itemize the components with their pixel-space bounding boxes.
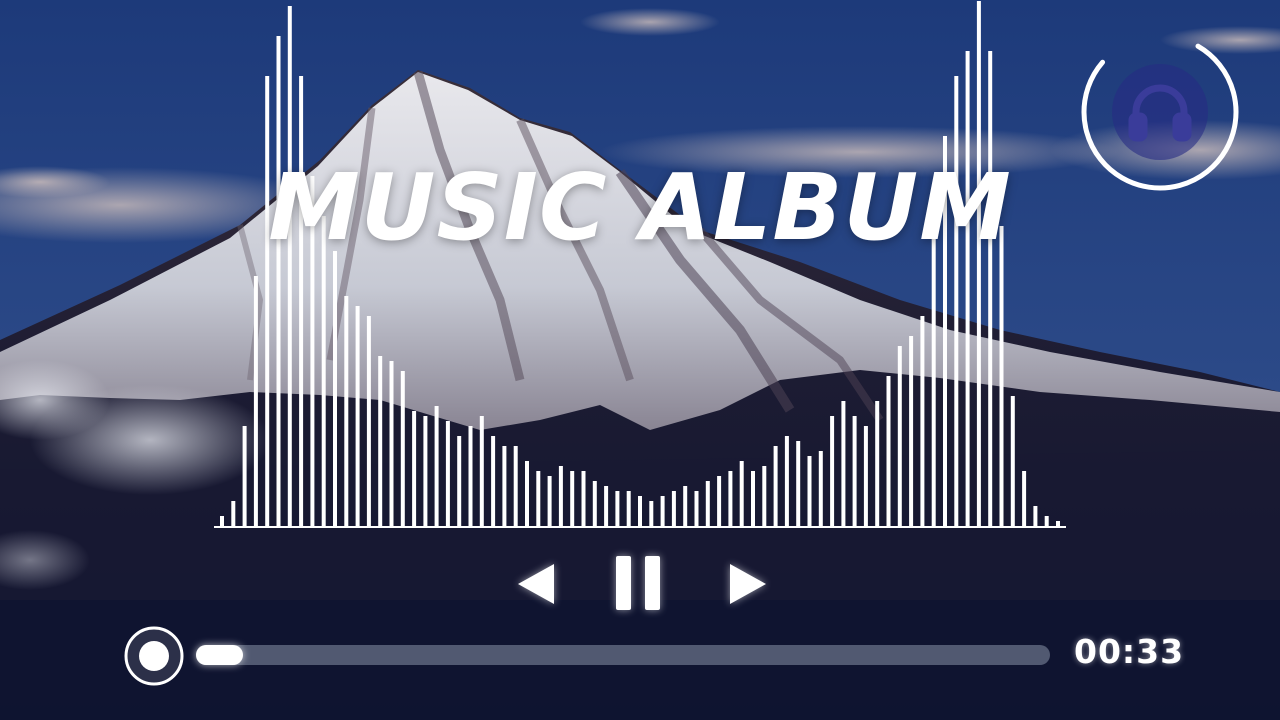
- spectrum-bar: [671, 491, 676, 526]
- loading-ring: [1078, 30, 1242, 194]
- playback-controls: [0, 550, 1280, 620]
- spectrum-bar: [378, 356, 383, 526]
- spectrum-bar: [253, 276, 258, 526]
- next-triangle-icon: [730, 564, 766, 604]
- spectrum-bar: [604, 486, 609, 526]
- spectrum-bar: [920, 316, 925, 526]
- spectrum-bar: [965, 51, 970, 526]
- spectrum-bar: [830, 416, 835, 526]
- spectrum-bar: [638, 496, 642, 526]
- spectrum-bar: [423, 416, 428, 526]
- spectrum-bar: [897, 346, 902, 526]
- spectrum-bar: [841, 401, 846, 526]
- spectrum-bar: [333, 251, 337, 526]
- spectrum-bar: [536, 471, 541, 526]
- spectrum-bar: [694, 491, 699, 526]
- spectrum-bar: [739, 461, 744, 526]
- spectrum-bar: [626, 491, 631, 526]
- spectrum-bar: [276, 36, 281, 526]
- spectrum-bar: [400, 371, 405, 526]
- spectrum-bar: [751, 471, 755, 526]
- spectrum-bar: [558, 466, 563, 526]
- spectrum-bar: [321, 216, 326, 526]
- spectrum-bar: [931, 226, 936, 526]
- spectrum-bar: [818, 451, 823, 526]
- spectrum-bar: [242, 426, 247, 526]
- spectrum-bar: [231, 501, 236, 526]
- spectrum-bar: [852, 416, 857, 526]
- spectrum-bar: [683, 486, 688, 526]
- elapsed-time: 00:33: [1074, 632, 1185, 671]
- spectrum-bar: [479, 416, 484, 526]
- spectrum-bar: [728, 471, 733, 526]
- spectrum-bar: [592, 481, 597, 526]
- spectrum-bar: [909, 336, 914, 526]
- spectrum-bar: [660, 496, 665, 526]
- spectrum-bar: [615, 491, 620, 526]
- spectrum-bar: [299, 76, 304, 526]
- spectrum-bar: [265, 76, 270, 526]
- spectrum-bar: [570, 471, 575, 526]
- spectrum-bar: [863, 426, 868, 526]
- spectrum-bar: [457, 436, 462, 526]
- spectrum-bar: [513, 446, 518, 526]
- spectrum-bar: [502, 446, 507, 526]
- spectrum-bar: [445, 421, 450, 526]
- spectrum-bar: [976, 1, 981, 526]
- spectrum-bar: [1022, 471, 1027, 526]
- ring-center-disc: [1112, 64, 1208, 160]
- spectrum-bar: [773, 446, 778, 526]
- spectrum-bar: [762, 466, 767, 526]
- spectrum-bar: [220, 516, 224, 526]
- spectrum-bar: [344, 296, 349, 526]
- spectrum-bar: [875, 401, 880, 526]
- previous-button[interactable]: [514, 560, 558, 608]
- spectrum-bar: [491, 436, 496, 526]
- spectrum-bar: [999, 226, 1004, 526]
- spectrum-bar: [784, 436, 789, 526]
- spectrum-bar: [468, 426, 473, 526]
- spectrum-bar: [807, 456, 812, 526]
- spectrum-bar: [434, 406, 439, 526]
- spectrum-bar: [717, 476, 722, 526]
- spectrum-bar: [581, 471, 586, 526]
- seek-handle[interactable]: [122, 624, 186, 688]
- spectrum-bar: [988, 51, 993, 526]
- spectrum-bar: [1010, 396, 1015, 526]
- spectrum-bar: [287, 6, 292, 526]
- spectrum-bar: [1044, 516, 1049, 526]
- previous-triangle-icon: [518, 564, 554, 604]
- spectrum-bar: [525, 461, 529, 526]
- spectrum-bar: [412, 411, 417, 526]
- spectrum-bar: [649, 501, 654, 526]
- spectrum-bar: [389, 361, 394, 526]
- next-button[interactable]: [726, 560, 770, 608]
- spectrum-bar: [705, 481, 710, 526]
- pause-icon: [616, 556, 660, 610]
- progress-track[interactable]: [196, 645, 1050, 665]
- spectrum-bar: [1033, 506, 1038, 526]
- spectrum-bar: [366, 316, 371, 526]
- spectrum-bar: [547, 476, 552, 526]
- progress-fill: [196, 645, 243, 665]
- spectrum-bar: [886, 376, 891, 526]
- spectrum-bar: [954, 76, 959, 526]
- pause-button[interactable]: [612, 552, 664, 614]
- spectrum-bar: [1056, 521, 1060, 526]
- spectrum-bar: [796, 441, 801, 526]
- spectrum-bar: [355, 306, 360, 526]
